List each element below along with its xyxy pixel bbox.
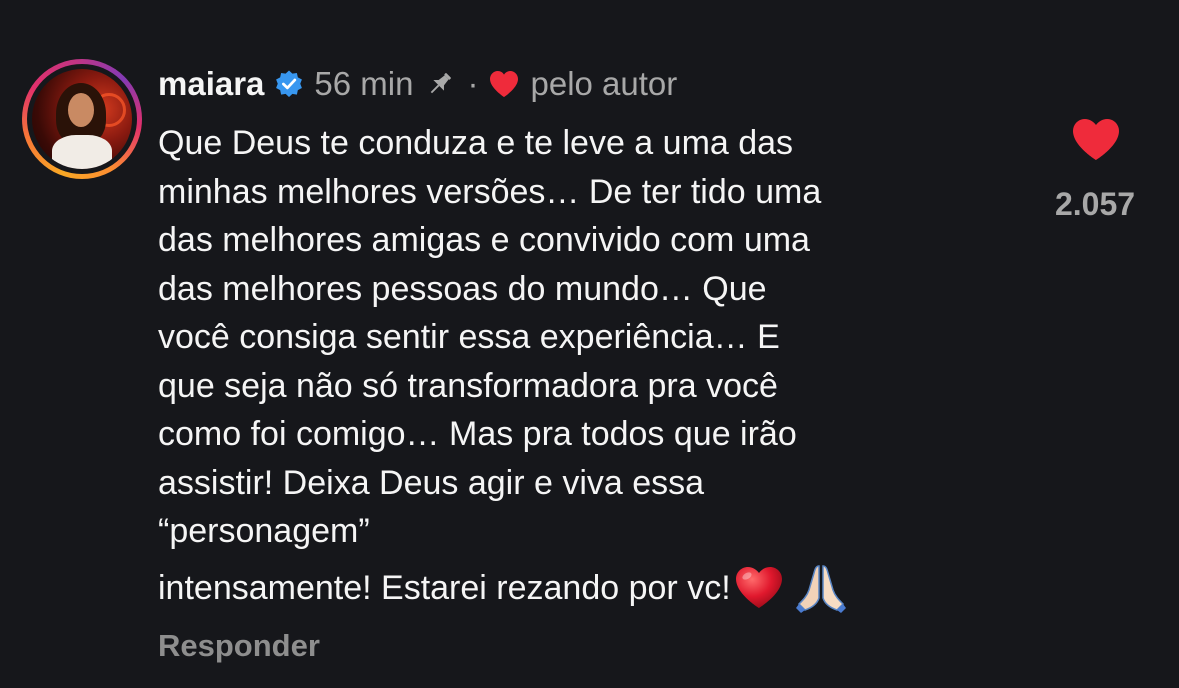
comment-line: como foi comigo… Mas pra todos que irão — [158, 415, 797, 453]
pin-icon — [431, 73, 452, 94]
author-like-heart-icon — [490, 71, 519, 97]
avatar[interactable] — [22, 59, 142, 179]
comment-line: Que Deus te conduza e te leve a uma das — [158, 124, 794, 162]
comment-line: “personagem” — [158, 512, 370, 550]
comment-header: maiara 56 min · pelo autor — [158, 62, 677, 106]
avatar-photo — [32, 69, 132, 169]
separator-dot: · — [467, 65, 479, 102]
comment-line: intensamente! Estarei rezando por vc! — [158, 569, 731, 607]
comment-line: das melhores pessoas do mundo… Que — [158, 269, 767, 308]
comment-line: que seja não só transformadora pra você — [158, 366, 778, 405]
like-count[interactable]: 2.057 — [1040, 186, 1150, 223]
reply-button[interactable]: Responder — [158, 628, 320, 664]
verified-badge-icon — [276, 70, 303, 98]
comment-line: minhas melhores versões… De ter tido uma — [158, 172, 822, 211]
avatar-face — [68, 93, 94, 127]
username[interactable]: maiara — [158, 65, 264, 103]
folded-hands-emoji-icon — [795, 565, 846, 613]
comment-last-line: intensamente! Estarei rezando por vc! — [158, 562, 847, 614]
red-heart-emoji-icon — [735, 567, 782, 608]
comment-text: Que Deus te conduza e te leve a uma das … — [158, 119, 1018, 556]
comment-line: você consiga sentir essa experiência… E — [158, 318, 780, 356]
comment-time: 56 min — [314, 65, 414, 102]
avatar-dress — [52, 135, 112, 169]
comment-line: das melhores amigas e convivido com uma — [158, 221, 810, 259]
avatar-border — [27, 64, 137, 174]
liked-by-author-label: pelo autor — [530, 65, 678, 102]
comment-line: assistir! Deixa Deus agir e viva essa — [158, 463, 705, 502]
like-heart-icon[interactable] — [1071, 117, 1121, 163]
